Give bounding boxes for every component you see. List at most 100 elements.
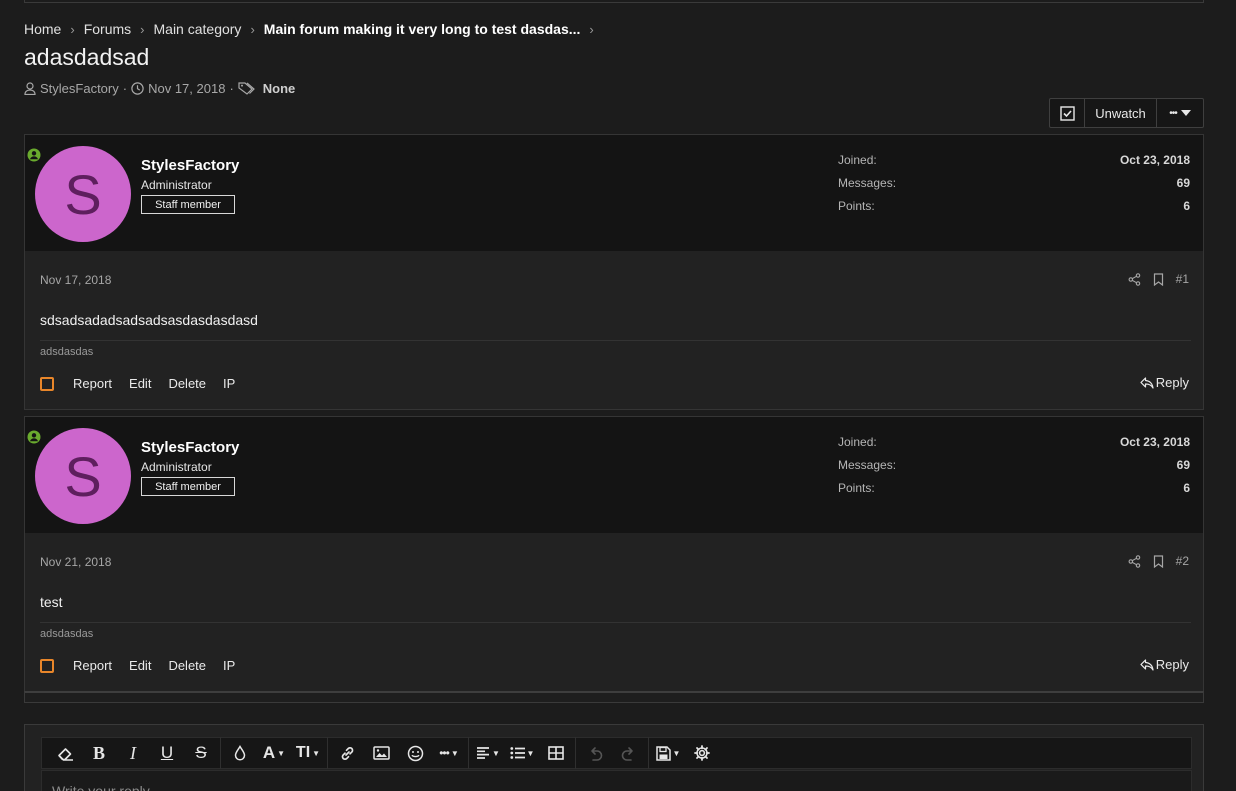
delete-link[interactable]: Delete	[168, 658, 206, 673]
font-family-button[interactable]: A ▼	[257, 738, 291, 768]
user-title: Administrator	[141, 178, 212, 192]
stat-row: Joined: Oct 23, 2018	[838, 435, 1190, 449]
insert-link-button[interactable]	[330, 738, 364, 768]
post-number[interactable]: #1	[1176, 272, 1189, 286]
avatar[interactable]: S	[35, 146, 131, 242]
signature: adsdasdas	[40, 346, 94, 358]
more-options-button[interactable]: •••	[1157, 99, 1203, 127]
chevron-right-icon: ›	[70, 21, 75, 37]
post-tools: #1	[1128, 272, 1189, 286]
unwatch-button[interactable]: Unwatch	[1085, 99, 1157, 127]
avatar[interactable]: S	[35, 428, 131, 524]
breadcrumb-category[interactable]: Main category	[154, 21, 242, 37]
underline-button[interactable]: U	[150, 738, 184, 768]
report-link[interactable]: Report	[73, 658, 112, 673]
edit-link[interactable]: Edit	[129, 658, 151, 673]
post: S StylesFactory Administrator Staff memb…	[24, 416, 1204, 692]
delete-link[interactable]: Delete	[168, 376, 206, 391]
caret-down-icon	[1180, 110, 1191, 116]
report-link[interactable]: Report	[73, 376, 112, 391]
select-post-checkbox[interactable]	[40, 376, 54, 391]
user-icon	[24, 82, 36, 95]
breadcrumb: Home › Forums › Main category › Main for…	[24, 20, 603, 38]
reply-label: Reply	[1155, 657, 1189, 672]
post-date[interactable]: Nov 17, 2018	[40, 273, 111, 287]
ip-link[interactable]: IP	[223, 658, 235, 673]
quick-reply: B I U S A ▼ TI ▼ ••• ▼ ▼ ▼ ▼ Write your …	[24, 724, 1204, 791]
share-icon[interactable]	[1128, 554, 1141, 568]
bold-button[interactable]: B	[82, 738, 116, 768]
reply-button[interactable]: Reply	[1140, 657, 1189, 672]
post-user-header: S StylesFactory Administrator Staff memb…	[25, 135, 1203, 251]
more-insert-button[interactable]: ••• ▼	[432, 738, 466, 768]
insert-image-button[interactable]	[364, 738, 398, 768]
breadcrumb-forums[interactable]: Forums	[84, 21, 131, 37]
breadcrumb-home[interactable]: Home	[24, 21, 61, 37]
chevron-right-icon: ›	[589, 21, 594, 37]
drafts-button[interactable]: ▼	[651, 738, 685, 768]
signature: adsdasdas	[40, 628, 94, 640]
user-stats: Joined: Oct 23, 2018 Messages: 69 Points: 6	[838, 435, 1190, 504]
italic-icon: I	[130, 742, 136, 763]
undo-icon	[591, 746, 603, 761]
thread-author[interactable]: StylesFactory	[40, 81, 119, 96]
text-color-button[interactable]	[223, 738, 257, 768]
edit-link[interactable]: Edit	[129, 376, 151, 391]
list-button[interactable]: ▼	[505, 738, 539, 768]
image-icon	[372, 746, 390, 760]
redo-button[interactable]	[612, 738, 646, 768]
stat-row: Points: 6	[838, 481, 1190, 495]
caret-down-icon: ▼	[450, 748, 459, 758]
editor-toolbar: B I U S A ▼ TI ▼ ••• ▼ ▼ ▼ ▼	[41, 737, 1192, 769]
ip-link[interactable]: IP	[223, 376, 235, 391]
post-user-header: S StylesFactory Administrator Staff memb…	[25, 417, 1203, 533]
list-icon	[509, 747, 525, 759]
chevron-right-icon: ›	[250, 21, 255, 37]
align-left-icon	[477, 747, 490, 759]
breadcrumb-forum[interactable]: Main forum making it very long to test d…	[264, 21, 581, 37]
underline-icon: U	[160, 743, 174, 762]
save-icon	[655, 745, 671, 761]
reply-button[interactable]: Reply	[1140, 375, 1189, 390]
signature-divider	[40, 622, 1191, 623]
thread-meta: StylesFactory · Nov 17, 2018 · None	[24, 81, 295, 96]
stat-row: Messages: 69	[838, 176, 1190, 190]
post-body: test	[40, 594, 63, 610]
staff-badge: Staff member	[141, 195, 235, 214]
username[interactable]: StylesFactory	[141, 439, 239, 456]
align-button[interactable]: ▼	[471, 738, 505, 768]
font-size-button[interactable]: TI ▼	[291, 738, 325, 768]
reply-editor[interactable]: Write your reply...	[41, 770, 1192, 791]
bookmark-icon[interactable]	[1153, 272, 1164, 286]
redo-icon	[621, 746, 633, 761]
username[interactable]: StylesFactory	[141, 157, 239, 174]
ellipsis-icon: •••	[439, 746, 450, 760]
clock-icon	[131, 82, 144, 95]
bookmark-icon[interactable]	[1153, 554, 1164, 568]
caret-down-icon: ▼	[526, 748, 535, 758]
caret-down-icon: ▼	[277, 748, 286, 758]
editor-placeholder: Write your reply...	[52, 783, 161, 791]
caret-down-icon: ▼	[492, 748, 500, 758]
post-number[interactable]: #2	[1176, 554, 1189, 568]
clear-formatting-button[interactable]	[48, 738, 82, 768]
post-actions: Report Edit Delete IP	[40, 658, 252, 673]
undo-button[interactable]	[578, 738, 612, 768]
insert-table-button[interactable]	[539, 738, 573, 768]
post-date[interactable]: Nov 21, 2018	[40, 555, 111, 569]
gear-icon	[694, 745, 710, 761]
select-thread-button[interactable]	[1050, 99, 1085, 127]
select-post-checkbox[interactable]	[40, 658, 54, 673]
stat-row: Messages: 69	[838, 458, 1190, 472]
tags-icon	[238, 82, 255, 95]
user-stats: Joined: Oct 23, 2018 Messages: 69 Points: 6	[838, 153, 1190, 222]
editor-settings-button[interactable]	[685, 738, 719, 768]
insert-smilie-button[interactable]	[398, 738, 432, 768]
bold-icon: B	[92, 742, 105, 763]
italic-button[interactable]: I	[116, 738, 150, 768]
reply-icon	[1140, 376, 1154, 389]
thread-date[interactable]: Nov 17, 2018	[148, 81, 225, 96]
post-tools: #2	[1128, 554, 1189, 568]
share-icon[interactable]	[1128, 272, 1141, 286]
strikethrough-button[interactable]: S	[184, 738, 218, 768]
